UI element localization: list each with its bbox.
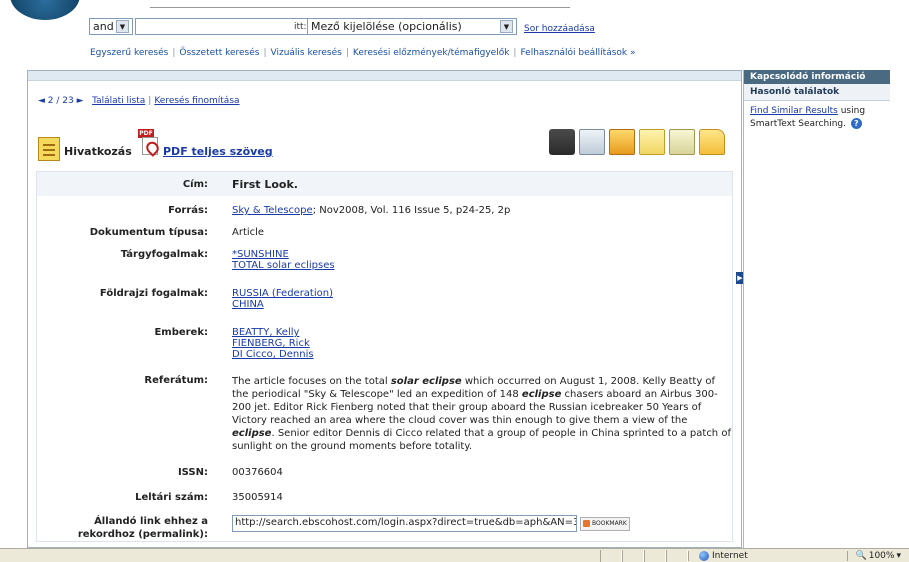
refine-search-link[interactable]: Keresés finomítása [154,96,239,106]
pdf-icon[interactable]: PDF [138,129,160,157]
subjects-label: Tárgyfogalmak: [120,249,208,260]
search-history-link[interactable]: Keresési előzmények/témafigyelők [353,48,510,58]
abstract-value: The article focuses on the total solar e… [232,376,731,452]
doctype-label: Dokumentum típusa: [89,227,208,238]
search-mode-links: Egyszerű keresés | Összetett keresés | Vizuá… [90,48,636,58]
accession-value: 35005914 [232,492,283,503]
add-row-link[interactable]: Sor hozzáadása [524,24,595,34]
record-row-permalink: Állandó link ehhez a rekordhoz (permalin… [37,515,732,541]
record-row-people: Emberek: BEATTY, Kelly FIENBERG, Rick DI… [37,327,732,360]
record-row-geo: Földrajzi fogalmak: RUSSIA (Federation) … [37,288,732,310]
advanced-search-link[interactable]: Összetett keresés [179,48,259,58]
printer-icon[interactable] [549,129,575,155]
boolean-operator-value: and [93,20,114,33]
pdf-full-text-link[interactable]: PDF teljes szöveg [163,145,273,158]
related-info-header: Kapcsolódó információ [744,70,890,84]
status-segment [666,549,688,562]
globe-icon [699,550,709,561]
folder-icon[interactable] [699,129,725,155]
source-details: ; Nov2008, Vol. 116 Issue 5, p24-25, 2p [312,205,511,216]
zoom-level: 100% [868,550,895,561]
record-row-abstract: Referátum: The article focuses on the to… [37,375,732,453]
bookmark-label: BOOKMARK [592,520,627,527]
frame-strip [28,71,741,81]
bookmark-icon [583,520,590,527]
browser-status-bar: Internet 🔍 100% ▾ [0,548,909,562]
citation-icon[interactable] [38,137,60,161]
status-segment [644,549,666,562]
result-list-link[interactable]: Találati lista [92,96,145,106]
record-header: Hivatkozás PDF PDF teljes szöveg [38,129,733,163]
source-link[interactable]: Sky & Telescope [232,205,313,216]
record-row-title: Cím: First Look. [37,172,732,196]
permalink-input[interactable]: http://search.ebscohost.com/login.aspx?d… [232,515,577,532]
email-icon[interactable] [579,129,605,155]
permalink-value: http://search.ebscohost.com/login.aspx?d… [220,515,732,541]
subjects-value: *SUNSHINE TOTAL solar eclipses [220,249,732,271]
title-value: First Look. [232,177,298,191]
geo-link[interactable]: RUSSIA (Federation) [232,288,732,299]
status-segment [622,549,644,562]
visual-search-link[interactable]: Vizuális keresés [271,48,342,58]
bookmark-button[interactable]: BOOKMARK [580,516,630,531]
people-label: Emberek: [154,327,208,338]
ebsco-logo [10,0,80,20]
result-counter[interactable]: ◄ 2 / 23 ► [38,96,84,106]
source-value: Sky & Telescope; Nov2008, Vol. 116 Issue… [220,205,732,216]
person-link[interactable]: BEATTY, Kelly [232,327,732,338]
permalink-label: Állandó link ehhez a rekordhoz (permalin… [77,516,208,540]
find-similar-link[interactable]: Find Similar Results [750,106,838,116]
geo-value: RUSSIA (Federation) CHINA [220,288,732,310]
source-label: Forrás: [168,205,208,216]
record-row-source: Forrás: Sky & Telescope; Nov2008, Vol. 1… [37,205,732,216]
field-in-label: itt: [294,22,307,32]
security-zone: Internet [688,550,828,561]
status-segment [600,549,622,562]
cite-icon[interactable] [639,129,665,155]
geo-link[interactable]: CHINA [232,299,732,310]
title-label: Cím: [182,178,208,190]
record-tools [549,129,725,155]
save-icon[interactable] [609,129,635,155]
geo-label: Földrajzi fogalmak: [99,288,208,299]
chevron-down-icon[interactable]: ▼ [116,20,129,33]
accession-label: Leltári szám: [135,492,208,503]
subject-link[interactable]: *SUNSHINE [232,249,732,260]
subject-link[interactable]: TOTAL solar eclipses [232,260,732,271]
abstract-label: Referátum: [144,375,208,386]
zoom-icon: 🔍 [855,550,867,561]
basic-search-link[interactable]: Egyszerű keresés [90,48,168,58]
similar-results-body: Find Similar Results using SmartText Sea… [744,101,890,135]
chevron-down-icon[interactable]: ▾ [896,551,901,561]
highlight-term: eclipse [232,428,272,439]
highlight-term: solar eclipse [390,376,462,387]
citation-label[interactable]: Hivatkozás [64,145,132,158]
zoom-control[interactable]: 🔍 100% ▾ [846,550,909,561]
record-row-accession: Leltári szám: 35005914 [37,492,732,503]
export-icon[interactable] [669,129,695,155]
issn-value: 00376604 [232,467,283,478]
result-navigation: ◄ 2 / 23 ► Találati lista | Keresés finomí… [38,96,240,106]
doctype-value: Article [232,227,265,238]
record-frame: ◄ 2 / 23 ► Találati lista | Keresés finomí… [27,70,742,548]
zone-label: Internet [712,550,748,561]
people-value: BEATTY, Kelly FIENBERG, Rick DI Cicco, D… [220,327,732,360]
field-select[interactable]: Mező kijelölése (opcionális) ▼ [307,18,517,35]
boolean-operator-select[interactable]: and ▼ [89,18,133,35]
record-row-issn: ISSN: 00376604 [37,467,732,478]
top-divider [150,0,570,8]
highlight-term: eclipse [521,389,562,400]
person-link[interactable]: FIENBERG, Rick [232,338,732,349]
record-details: Cím: First Look. Forrás: Sky & Telescope… [36,171,733,542]
issn-label: ISSN: [177,467,208,478]
similar-results-header: Hasonló találatok [744,84,890,101]
help-icon[interactable]: ? [850,118,862,129]
person-link[interactable]: DI Cicco, Dennis [232,349,732,360]
chevron-down-icon[interactable]: ▼ [500,20,513,33]
field-select-value: Mező kijelölése (opcionális) [311,20,462,33]
preferences-link[interactable]: Felhasználói beállítások » [520,48,635,58]
related-info-sidebar: Kapcsolódó információ Hasonló találatok … [743,70,890,548]
record-row-subjects: Tárgyfogalmak: *SUNSHINE TOTAL solar ecl… [37,249,732,271]
record-row-doctype: Dokumentum típusa: Article [37,227,732,238]
